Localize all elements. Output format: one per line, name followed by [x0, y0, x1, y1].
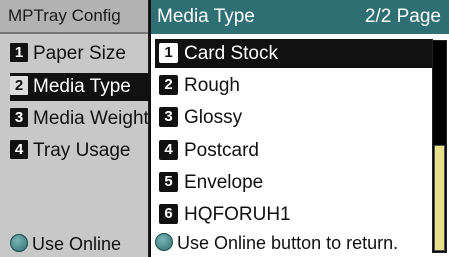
- popup-item-hqforuh1[interactable]: 6 HQFORUH1: [155, 200, 433, 229]
- background-footer-text: Use Online: [32, 234, 122, 254]
- item-number-badge: 1: [10, 43, 28, 62]
- popup-item-label: HQFORUH1: [184, 204, 291, 225]
- item-number-badge: 4: [159, 140, 178, 160]
- popup-item-envelope[interactable]: 5 Envelope: [155, 168, 433, 197]
- scrollbar-thumb[interactable]: [434, 145, 445, 251]
- popup-title: Media Type: [157, 6, 255, 27]
- popup-item-label: Postcard: [184, 140, 259, 161]
- bg-menu-item-label: Tray Usage: [33, 140, 131, 161]
- media-type-popup: Media Type 2/2 Page 1 Card Stock 2 Rough 3…: [149, 0, 449, 257]
- item-number-badge: 2: [159, 75, 178, 95]
- bg-menu-item-paper-size[interactable]: 1 Paper Size: [10, 40, 150, 68]
- bg-menu-item-media-type[interactable]: 2 Media Type: [10, 73, 150, 101]
- item-number-badge: 2: [10, 76, 28, 95]
- online-button-icon: [10, 234, 28, 252]
- popup-item-postcard[interactable]: 4 Postcard: [155, 136, 433, 165]
- bg-menu-item-media-weight[interactable]: 3 Media Weight: [10, 105, 150, 133]
- popup-item-label: Envelope: [184, 172, 264, 193]
- item-number-badge: 6: [159, 204, 178, 224]
- popup-footer-hint: Use Online button to return.: [155, 233, 398, 254]
- popup-footer-text: Use Online button to return.: [177, 233, 399, 253]
- background-menu: MPTray Config 1 Paper Size 2 Media Type 3M…: [0, 0, 150, 257]
- popup-item-label: Rough: [184, 75, 240, 96]
- online-button-icon: [155, 233, 173, 251]
- popup-item-label: Glossy: [184, 107, 243, 128]
- popup-header: Media Type 2/2 Page: [151, 0, 449, 34]
- item-number-badge: 1: [159, 43, 178, 63]
- popup-item-rough[interactable]: 2 Rough: [155, 71, 433, 100]
- background-menu-title: MPTray Config: [0, 0, 148, 34]
- item-number-badge: 4: [10, 140, 28, 159]
- page-indicator: 2/2 Page: [364, 6, 441, 27]
- popup-item-glossy[interactable]: 3 Glossy: [155, 103, 433, 132]
- item-number-badge: 3: [10, 108, 28, 127]
- bg-menu-item-tray-usage[interactable]: 4 Tray Usage: [10, 137, 150, 165]
- item-number-badge: 3: [159, 107, 178, 127]
- popup-item-card-stock[interactable]: 1 Card Stock: [155, 39, 433, 68]
- background-footer-hint: Use Online: [10, 234, 121, 255]
- item-number-badge: 5: [159, 172, 178, 192]
- bg-menu-item-label: Media Type: [33, 76, 131, 97]
- bg-menu-item-label: Media Weight: [33, 108, 149, 129]
- bg-menu-item-label: Paper Size: [33, 43, 126, 64]
- popup-item-label: Card Stock: [184, 43, 278, 64]
- popup-scrollbar[interactable]: [432, 40, 447, 253]
